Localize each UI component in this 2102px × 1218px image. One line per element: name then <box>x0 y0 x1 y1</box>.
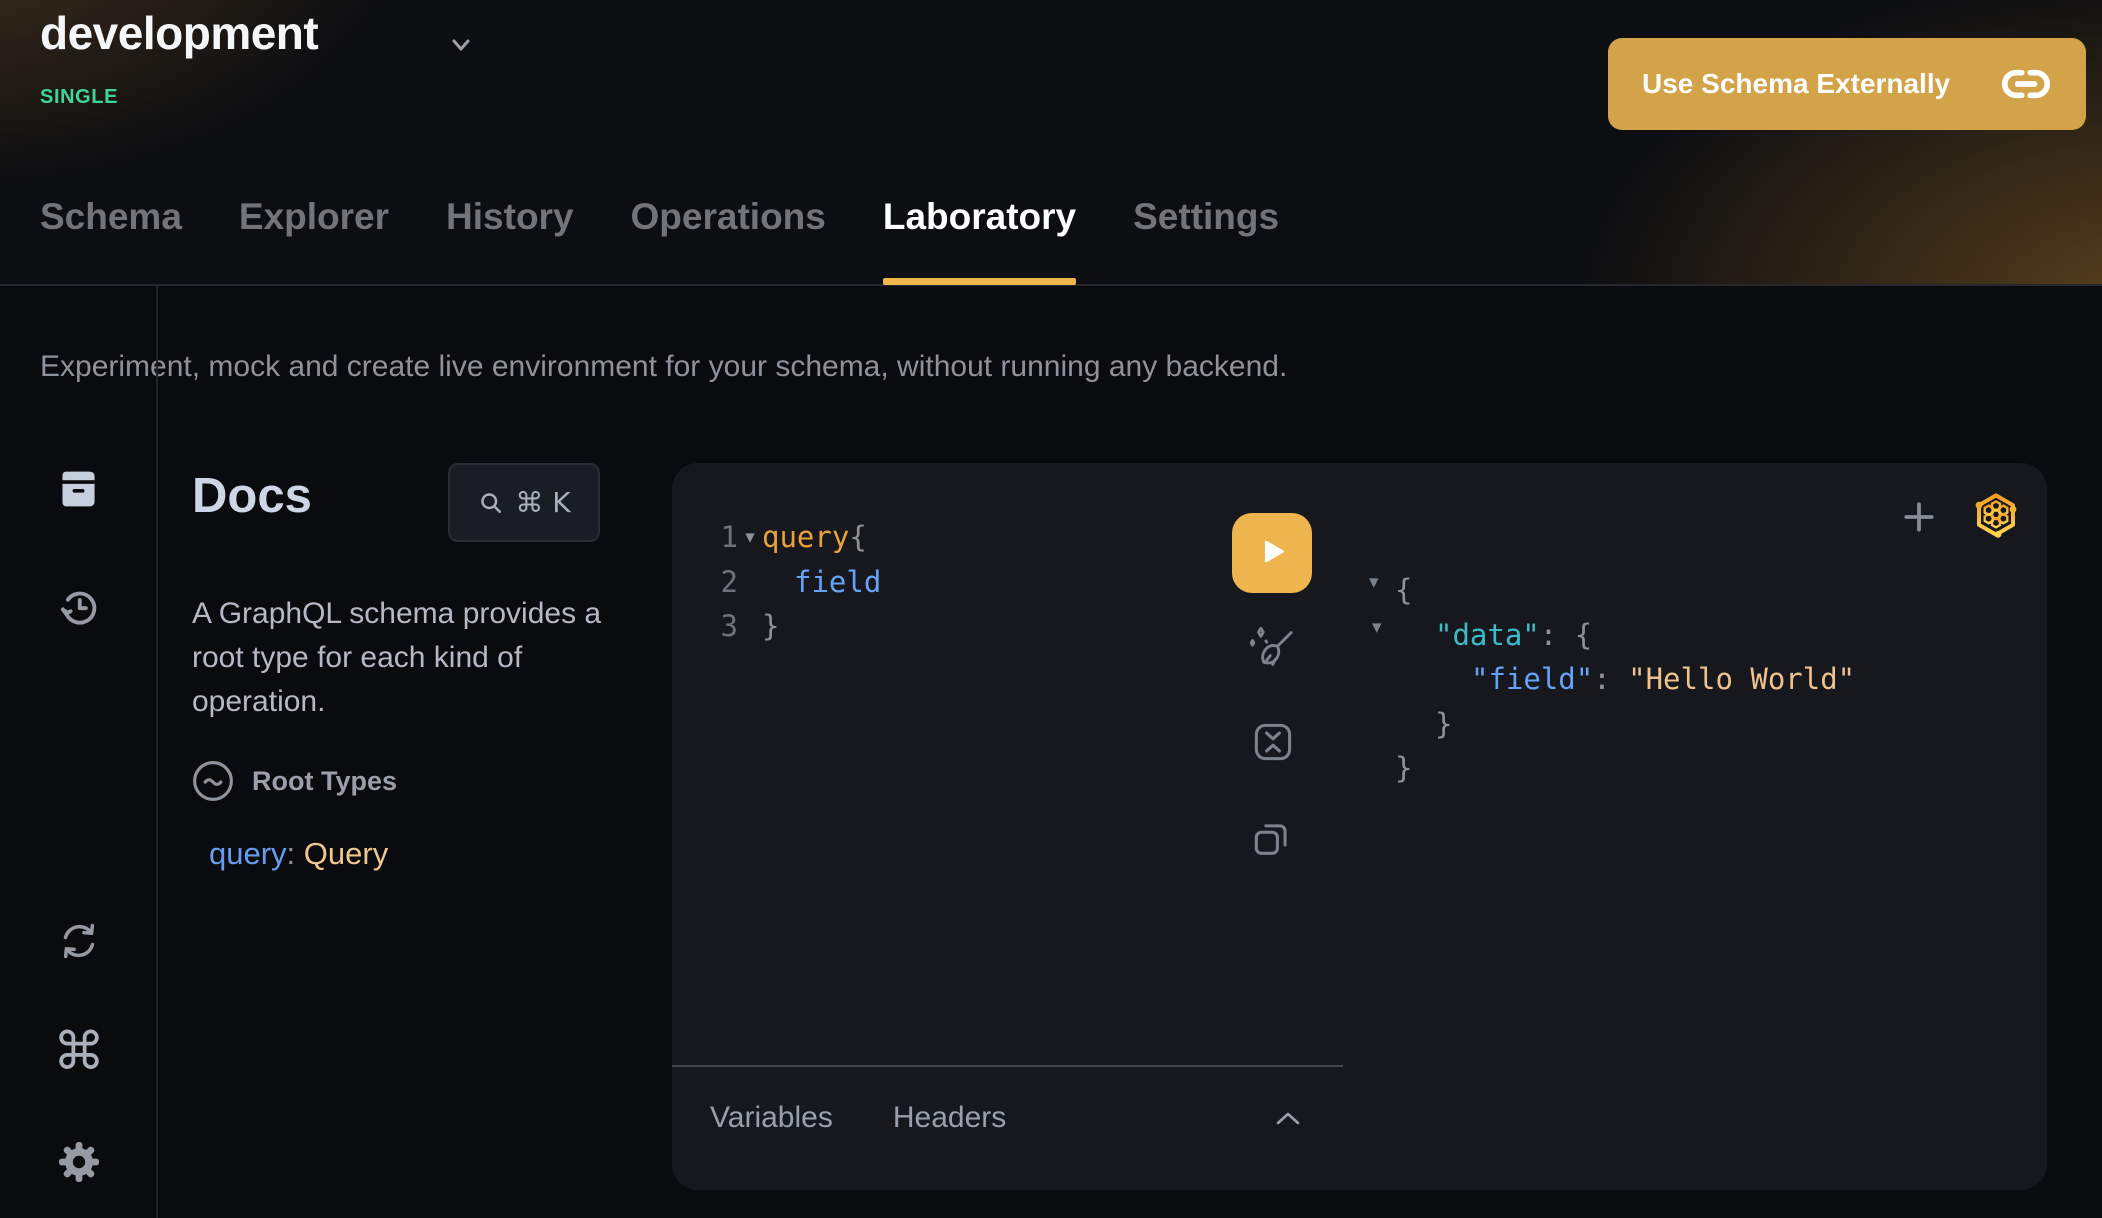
line-number: 1 <box>716 515 738 560</box>
link-icon <box>2000 67 2052 101</box>
line-number: 2 <box>716 560 738 605</box>
plus-icon <box>1900 498 1938 536</box>
response-line-4: } <box>1395 702 1855 747</box>
line-number: 3 <box>716 604 738 649</box>
refresh-icon <box>57 920 101 962</box>
execute-query-button[interactable] <box>1232 513 1312 593</box>
root-types-section: Root Types <box>192 760 397 802</box>
tab-explorer[interactable]: Explorer <box>239 196 389 284</box>
response-fold-icon[interactable]: ▾ <box>1372 616 1382 638</box>
tab-settings[interactable]: Settings <box>1133 196 1279 284</box>
play-icon <box>1255 536 1289 570</box>
add-tab-button[interactable] <box>1900 498 1938 539</box>
editor-footer-tabs: Variables Headers <box>710 1101 1006 1135</box>
page-header: development SINGLE Use Schema Externally… <box>0 0 2102 286</box>
tab-operations[interactable]: Operations <box>631 196 826 284</box>
hive-hexagon-icon <box>1972 489 2020 541</box>
copy-icon <box>1248 815 1294 861</box>
query-editor-line-2: 2 field <box>716 560 881 605</box>
collapse-editor-tools-button[interactable] <box>1272 1109 1304 1132</box>
main-nav-tabs: Schema Explorer History Operations Labor… <box>40 196 1279 284</box>
docs-search-button[interactable]: ⌘ K <box>448 463 600 542</box>
chevron-up-icon <box>1272 1109 1304 1129</box>
settings-sidebar-button[interactable] <box>0 1138 158 1186</box>
docs-book-icon <box>56 467 102 511</box>
response-line-2: "data": { <box>1395 613 1855 658</box>
merge-icon <box>1250 719 1296 765</box>
docs-description: A GraphQL schema provides a root type fo… <box>192 592 642 724</box>
response-viewer: { "data": { "field": "Hello World" } } <box>1395 568 1855 791</box>
chevron-down-icon <box>446 30 476 60</box>
search-icon <box>477 489 505 517</box>
prettify-broom-icon <box>1245 621 1297 673</box>
tab-schema[interactable]: Schema <box>40 196 182 284</box>
page-subtitle: Experiment, mock and create live environ… <box>40 350 1287 384</box>
response-line-5: } <box>1395 746 1855 791</box>
query-editor[interactable]: 1 ▾ query{ 2 field 3 } <box>716 515 881 649</box>
single-badge: SINGLE <box>40 86 118 109</box>
response-line-3: "field": "Hello World" <box>1395 657 1855 702</box>
code-text: field <box>762 560 881 605</box>
editor-footer-divider <box>672 1065 1343 1067</box>
search-shortcut-label: ⌘ K <box>515 486 570 519</box>
code-text: } <box>762 604 779 649</box>
command-icon: ⌘ <box>53 1026 105 1078</box>
query-editor-line-1: 1 ▾ query{ <box>716 515 881 560</box>
tab-laboratory[interactable]: Laboratory <box>883 196 1076 284</box>
root-type-name: query <box>209 836 287 871</box>
root-type-value: Query <box>304 836 388 871</box>
docs-panel-title: Docs <box>192 468 312 524</box>
variables-tab[interactable]: Variables <box>710 1101 833 1135</box>
use-schema-externally-label: Use Schema Externally <box>1642 68 1950 100</box>
graphiql-panel: 1 ▾ query{ 2 field 3 } <box>672 463 2047 1190</box>
response-fold-icon[interactable]: ▾ <box>1369 571 1379 593</box>
target-title: development <box>40 6 318 60</box>
query-editor-line-3: 3 } <box>716 604 881 649</box>
root-types-icon <box>192 760 234 802</box>
code-text: query{ <box>762 515 867 560</box>
gear-icon <box>55 1138 103 1186</box>
root-type-separator: : <box>287 836 304 871</box>
docs-sidebar-button[interactable] <box>0 467 158 511</box>
use-schema-externally-button[interactable]: Use Schema Externally <box>1608 38 2086 130</box>
merge-fragments-button[interactable] <box>1250 719 1296 768</box>
root-types-heading: Root Types <box>252 766 397 797</box>
tool-sidebar: ⌘ <box>0 286 158 1218</box>
response-line-1: { <box>1395 568 1855 613</box>
copy-query-button[interactable] <box>1248 815 1294 864</box>
history-sidebar-button[interactable] <box>0 584 158 630</box>
root-type-query-link[interactable]: query: Query <box>209 836 388 872</box>
refresh-schema-button[interactable] <box>0 920 158 962</box>
history-icon <box>56 584 102 630</box>
tab-history[interactable]: History <box>446 196 573 284</box>
shortcuts-button[interactable]: ⌘ <box>0 1026 158 1078</box>
hive-logo <box>1972 489 2020 546</box>
headers-tab[interactable]: Headers <box>893 1101 1006 1135</box>
fold-toggle-icon[interactable]: ▾ <box>738 515 762 560</box>
target-switcher[interactable] <box>446 30 476 60</box>
prettify-query-button[interactable] <box>1245 621 1297 676</box>
laboratory-page: development SINGLE Use Schema Externally… <box>0 0 2102 1218</box>
